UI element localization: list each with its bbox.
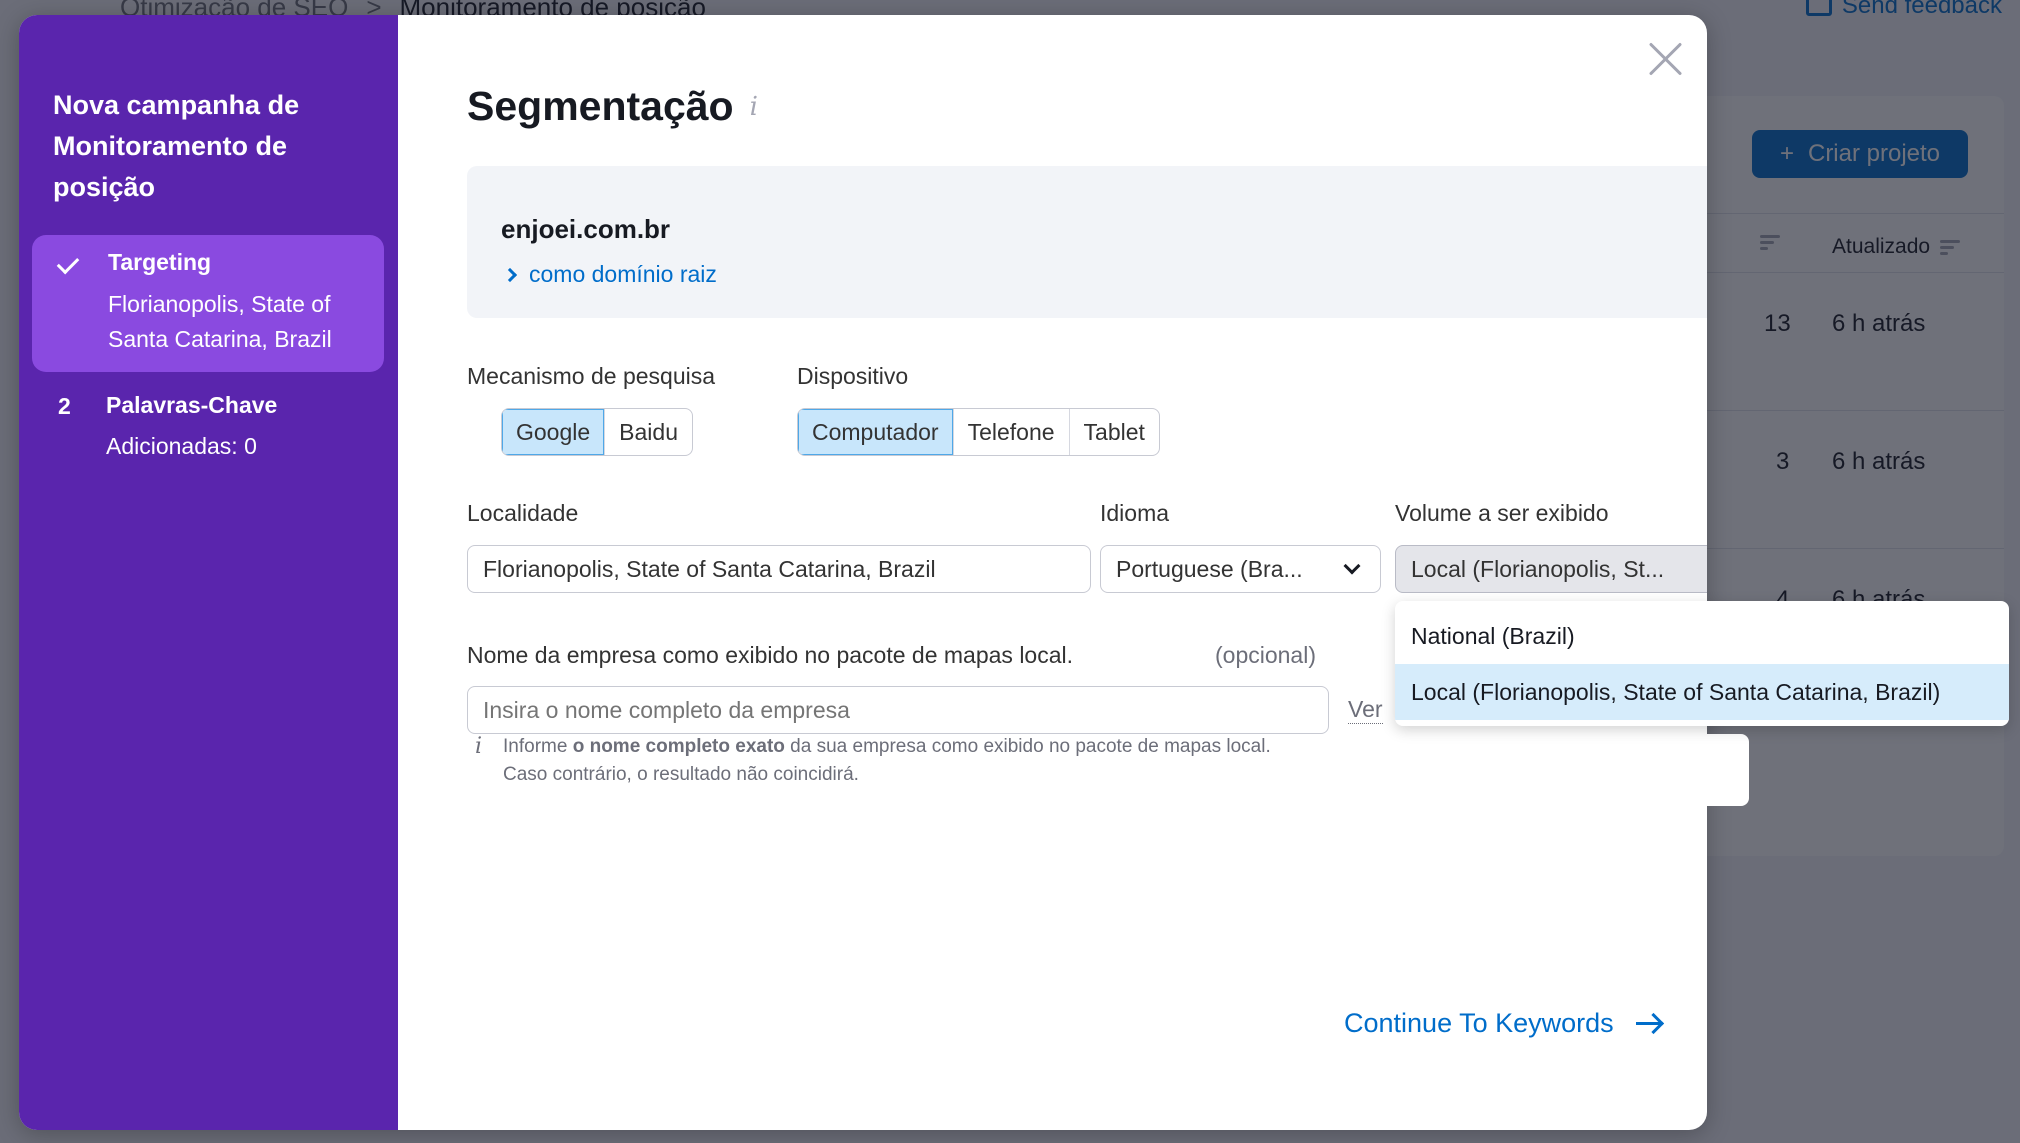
close-icon[interactable]: [1644, 37, 1688, 81]
step-number: 2: [58, 393, 71, 419]
device-label: Dispositivo: [797, 363, 909, 389]
step-keywords[interactable]: 2 Palavras-Chave Adicionadas: 0: [32, 375, 384, 475]
title-text: Segmentação: [467, 83, 734, 129]
continue-to-keywords-button[interactable]: Continue To Keywords: [1344, 1008, 1660, 1039]
info-icon: i: [475, 734, 483, 759]
continue-label: Continue To Keywords: [1344, 1008, 1614, 1038]
domain-name: enjoei.com.br: [501, 214, 671, 244]
business-name-input[interactable]: [467, 686, 1329, 734]
wizard-title: Nova campanha de Monitoramento de posiçã…: [53, 90, 300, 202]
optional-label: (opcional): [1215, 642, 1316, 668]
step-title: Targeting: [108, 249, 212, 275]
step-subtitle: Adicionadas: 0: [106, 433, 257, 459]
domain-scope-label: como domínio raiz: [529, 261, 717, 287]
volume-dropdown-menu: National (Brazil) Local (Florianopolis, …: [1395, 601, 2009, 726]
device-phone[interactable]: Telefone: [954, 409, 1070, 455]
chevron-right-icon: [502, 267, 518, 282]
step-subtitle: Florianopolis, State of Santa Catarina, …: [108, 291, 332, 352]
search-engine-toggle: Google Baidu: [501, 408, 693, 456]
chevron-down-icon: [1343, 557, 1361, 575]
page-title: Segmentação i: [467, 83, 758, 130]
view-example-link[interactable]: Ver: [1348, 696, 1383, 724]
hint-suffix: da sua empresa como exibido no pacote de…: [784, 736, 1271, 757]
search-engine-google[interactable]: Google: [502, 409, 606, 455]
domain-scope-link[interactable]: como domínio raiz: [502, 261, 717, 288]
volume-value: Local (Florianopolis, St...: [1411, 555, 1665, 582]
language-value: Portuguese (Bra...: [1116, 555, 1303, 582]
new-campaign-modal: Nova campanha de Monitoramento de posiçã…: [19, 15, 1707, 1130]
volume-label: Volume a ser exibido: [1395, 500, 1609, 526]
check-icon: [56, 251, 80, 275]
device-computer[interactable]: Computador: [798, 409, 954, 455]
location-input[interactable]: Florianopolis, State of Santa Catarina, …: [467, 545, 1091, 593]
hint-line2: Caso contrário, o resultado não coincidi…: [503, 764, 859, 785]
volume-option-local[interactable]: Local (Florianopolis, State of Santa Cat…: [1395, 664, 2009, 720]
info-icon[interactable]: i: [750, 92, 758, 122]
hint-prefix: Informe: [503, 736, 573, 757]
business-hint: Informe o nome completo exato da sua emp…: [503, 733, 1403, 789]
step-targeting[interactable]: Targeting Florianopolis, State of Santa …: [32, 235, 384, 372]
domain-box: enjoei.com.br como domínio raiz: [467, 166, 1707, 318]
device-tablet[interactable]: Tablet: [1070, 409, 1159, 455]
volume-option-national[interactable]: National (Brazil): [1395, 608, 2009, 664]
background-popover: [1395, 734, 1749, 806]
search-engine-baidu[interactable]: Baidu: [605, 409, 692, 455]
step-title: Palavras-Chave: [106, 392, 278, 418]
volume-select[interactable]: Local (Florianopolis, St...: [1395, 545, 1707, 593]
device-toggle: Computador Telefone Tablet: [797, 408, 1160, 456]
wizard-sidebar: Nova campanha de Monitoramento de posiçã…: [19, 15, 398, 1130]
language-select[interactable]: Portuguese (Bra...: [1100, 545, 1381, 593]
language-label: Idioma: [1100, 500, 1170, 526]
business-name-label: Nome da empresa como exibido no pacote d…: [467, 642, 1074, 668]
arrow-right-icon: [1635, 1022, 1660, 1025]
search-engine-label: Mecanismo de pesquisa: [467, 363, 716, 389]
location-label: Localidade: [467, 500, 579, 526]
hint-bold: o nome completo exato: [572, 736, 785, 757]
